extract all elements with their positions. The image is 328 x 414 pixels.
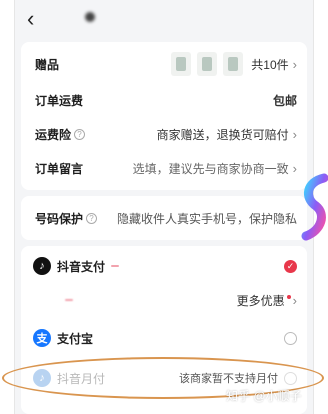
privacy-value: 隐藏收件人真实手机号，保护隐私 — [116, 211, 297, 226]
alipay-icon: 支 — [33, 329, 51, 347]
selected-check-icon[interactable]: ✓ — [284, 259, 297, 273]
order-details-card: 赠品 共10件 › 订单运费 包邮 运费险 ? 商家赠送，退换货可赔付 › 订单… — [21, 42, 307, 190]
watermark: 知乎 @小顺子 — [226, 389, 302, 403]
payment-name: 抖音月付 — [57, 371, 106, 386]
help-icon[interactable]: ? — [74, 128, 86, 140]
chevron-right-icon: › — [292, 292, 297, 308]
insurance-label: 运费险 — [35, 127, 72, 142]
more-offers-link[interactable]: 更多优惠 › — [237, 292, 297, 309]
chevron-right-icon: › — [292, 126, 297, 142]
payment-option-alipay[interactable]: 支 支付宝 — [33, 326, 297, 350]
chevron-right-icon: › — [292, 56, 297, 72]
insurance-value: 商家赠送，退换货可赔付 — [156, 127, 289, 142]
gift-thumbnail — [223, 52, 244, 76]
more-offers-label: 更多优惠 — [236, 293, 285, 308]
douyin-icon: ♪ — [33, 257, 51, 275]
payment-option-card[interactable]: 更多优惠 › — [33, 288, 297, 312]
chevron-left-icon[interactable]: ‹ — [27, 8, 34, 30]
unsupported-status: 该商家暂不支持月付 — [179, 373, 278, 385]
promo-badge — [65, 299, 73, 301]
radio-button — [284, 371, 297, 385]
shipping-row: 订单运费 包邮 — [35, 90, 297, 110]
notification-dot — [286, 295, 291, 299]
note-label: 订单留言 — [35, 161, 84, 176]
insurance-row[interactable]: 运费险 ? 商家赠送，退换货可赔付 › — [35, 124, 297, 144]
privacy-card[interactable]: 号码保护 ? 隐藏收件人真实手机号，保护隐私 — [21, 196, 307, 240]
gift-row[interactable]: 赠品 共10件 › — [35, 52, 297, 76]
payment-name: 支付宝 — [57, 331, 94, 346]
decorative-logo-icon — [301, 173, 328, 241]
payment-name: 抖音支付 — [57, 259, 106, 274]
shipping-value: 包邮 — [272, 93, 297, 108]
privacy-label: 号码保护 — [35, 211, 84, 226]
radio-button[interactable] — [284, 331, 297, 345]
checkout-screen: ‹ 赠品 共10件 › 订单运费 包邮 运费险 ? 商家赠送，退换货可赔付 › … — [14, 0, 314, 414]
monthly-pay-icon: ♪ — [33, 369, 51, 387]
gift-label: 赠品 — [35, 57, 60, 72]
payment-option-douyin[interactable]: ♪ 抖音支付 ✓ — [33, 254, 297, 278]
gift-thumbnail — [197, 52, 218, 76]
note-placeholder: 选填，建议先与商家协商一致 — [132, 161, 289, 176]
shipping-label: 订单运费 — [35, 93, 84, 108]
promo-badge — [111, 265, 120, 267]
gift-thumbnail — [171, 52, 192, 76]
help-icon[interactable]: ? — [86, 212, 98, 224]
top-bar: ‹ — [15, 0, 313, 40]
shop-title — [85, 12, 101, 22]
privacy-row[interactable]: 号码保护 ? 隐藏收件人真实手机号，保护隐私 — [35, 208, 297, 228]
gift-count: 共10件 — [251, 57, 289, 72]
shop-logo-icon — [85, 12, 95, 22]
gift-thumbnails — [171, 52, 244, 76]
note-row[interactable]: 订单留言 选填，建议先与商家协商一致 › — [35, 158, 297, 178]
